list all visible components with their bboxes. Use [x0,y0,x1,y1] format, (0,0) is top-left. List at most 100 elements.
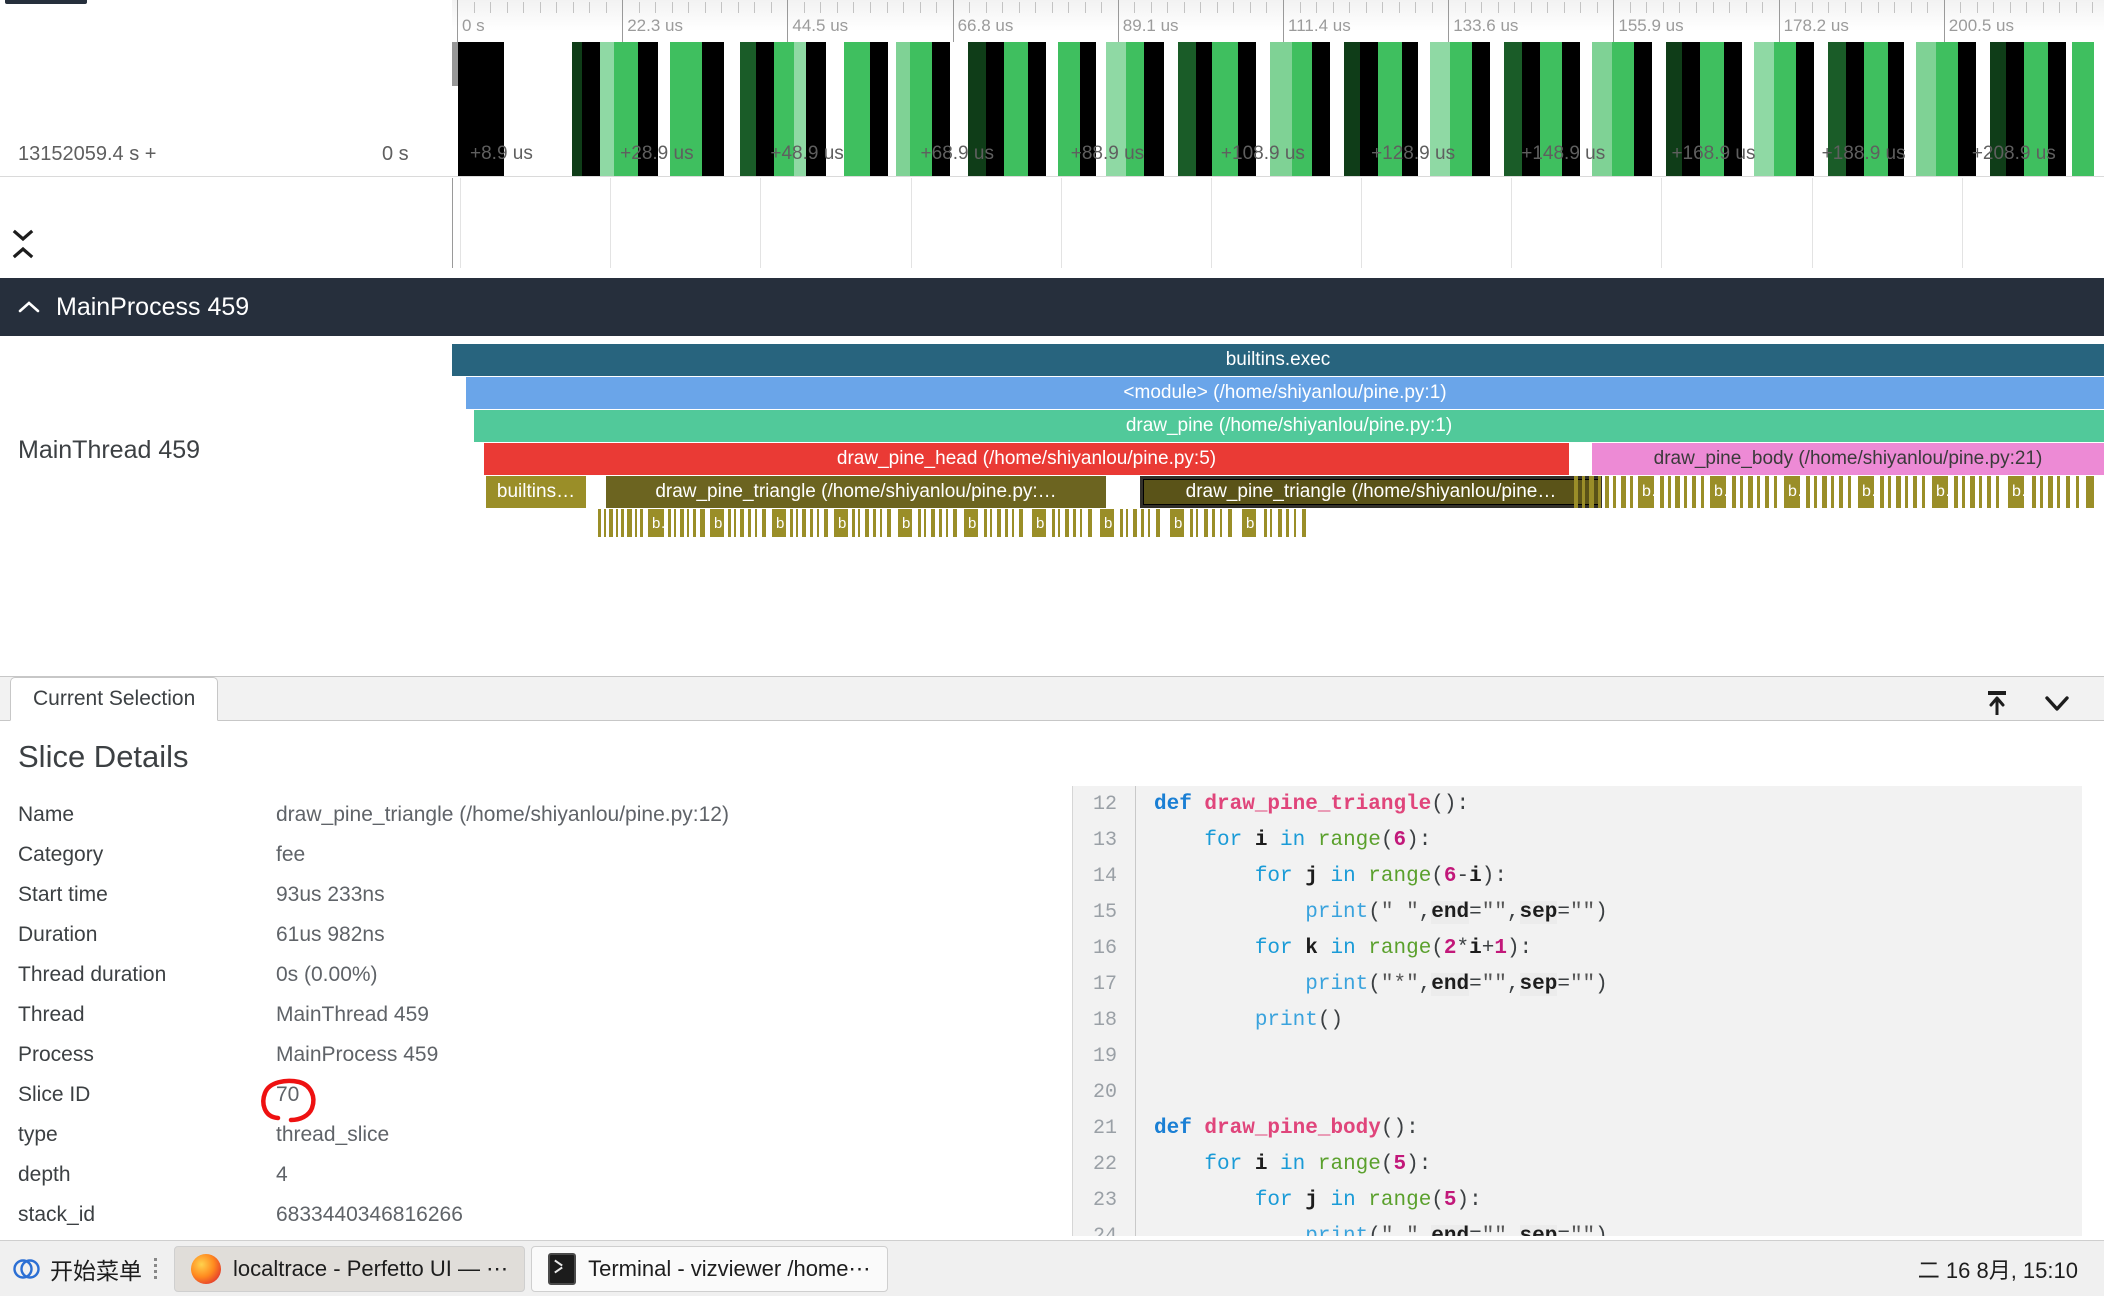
slice[interactable] [924,509,926,537]
slice[interactable] [1765,476,1769,508]
slice[interactable] [865,509,869,537]
slice[interactable] [1962,476,1965,508]
slice[interactable] [858,509,860,537]
slice[interactable]: draw_pine_body (/home/shiyanlou/pine.py:… [1592,443,2104,475]
start-menu-button[interactable]: 开始菜单 [0,1246,168,1292]
slice[interactable] [1954,476,1958,508]
chevron-down-icon[interactable] [2040,686,2074,720]
slice[interactable] [1294,509,1296,537]
slice[interactable] [1088,509,1092,537]
slice[interactable]: b [1710,476,1726,508]
slice[interactable] [1913,476,1917,508]
chevron-up-icon[interactable] [10,244,36,260]
slice[interactable] [2086,476,2094,508]
slice[interactable] [931,509,935,537]
slice[interactable]: b [2008,476,2024,508]
slice[interactable]: b [1170,509,1184,537]
slice[interactable] [1228,509,1232,537]
slice[interactable] [1270,509,1272,537]
slice[interactable] [802,509,806,537]
slice[interactable] [674,509,676,537]
slice[interactable]: draw_pine_triangle (/home/shiyanlou/pine… [606,476,1106,508]
slice[interactable] [880,509,882,537]
taskbar-window-button[interactable]: localtrace - Perfetto UI — ⋯ [174,1245,526,1292]
slice[interactable]: b [898,509,912,537]
slice[interactable] [640,509,643,537]
source-code-pane[interactable]: 12 def draw_pine_triangle (): 13 for i in r… [1072,786,2082,1236]
slice[interactable] [728,509,731,537]
slice[interactable] [1848,476,1851,508]
slice[interactable] [1675,476,1680,508]
slice[interactable]: b [1784,476,1800,508]
slice[interactable] [1831,476,1834,508]
slice[interactable] [1120,509,1123,537]
slice[interactable] [2066,476,2070,508]
slice[interactable] [790,509,793,537]
slice[interactable] [1204,509,1208,537]
slice[interactable] [918,509,921,537]
tab-current-selection[interactable]: Current Selection [10,677,219,721]
slice[interactable] [997,509,1001,537]
chevron-up-icon[interactable] [16,298,42,316]
slice[interactable] [762,509,766,537]
slice[interactable] [1701,476,1704,508]
taskbar-window-button[interactable]: Terminal - vizviewer /home⋯ [531,1245,888,1292]
slice[interactable]: builtins.exec [452,344,2104,376]
slice[interactable] [852,509,855,537]
slice[interactable] [1073,509,1076,537]
slice[interactable] [1905,476,1908,508]
slice[interactable] [1979,476,1982,508]
slice[interactable] [1732,476,1736,508]
slice[interactable] [1922,476,1925,508]
slice[interactable] [693,509,696,537]
slice[interactable] [1574,476,1578,508]
slice[interactable] [939,509,942,537]
slice[interactable] [1058,509,1060,537]
slice[interactable]: b [964,509,978,537]
slice[interactable] [1302,509,1306,537]
slice[interactable] [810,509,813,537]
slice[interactable]: b [834,509,848,537]
slice[interactable] [1896,476,1901,508]
slice[interactable] [1987,476,1991,508]
slice[interactable] [1190,509,1193,537]
slice[interactable] [609,509,613,537]
slice[interactable] [1156,509,1160,537]
slice[interactable]: builtins… [486,476,586,508]
slice[interactable] [796,509,798,537]
slice[interactable] [1880,476,1884,508]
pin-to-top-icon[interactable] [1980,686,2014,720]
slice[interactable] [953,509,957,537]
process-group-header[interactable]: MainProcess 459 [0,278,2104,336]
slice[interactable] [755,509,757,537]
slice[interactable] [1126,509,1128,537]
slice[interactable]: draw_pine_head (/home/shiyanlou/pine.py:… [484,443,1569,475]
slice[interactable] [873,509,876,537]
slice[interactable] [621,509,624,537]
slice[interactable] [1005,509,1008,537]
slice[interactable] [817,509,819,537]
slice[interactable]: draw_pine_triangle (/home/shiyanlou/pine… [1140,476,1602,508]
slice[interactable] [1996,476,1999,508]
slice[interactable] [748,509,751,537]
slice[interactable] [598,509,601,537]
taskbar-grip[interactable] [154,1257,158,1280]
slice[interactable] [700,509,705,537]
slice[interactable] [1065,509,1069,537]
slice[interactable] [1286,509,1289,537]
slice[interactable] [1598,476,1601,508]
slice[interactable] [1839,476,1843,508]
slice[interactable] [1621,476,1626,508]
slice[interactable] [887,509,891,537]
slice-canvas[interactable]: builtins.exec <module> (/home/shiyanlou/p… [452,336,2104,546]
slice[interactable]: b [1932,476,1948,508]
slice[interactable] [1740,476,1743,508]
slice[interactable]: b [772,509,786,537]
slice[interactable] [1613,476,1616,508]
slice[interactable] [1814,476,1817,508]
slice[interactable] [1660,476,1664,508]
slice[interactable] [1196,509,1198,537]
chevron-down-icon[interactable] [10,228,36,244]
slice[interactable] [687,509,689,537]
slice[interactable] [1684,476,1687,508]
